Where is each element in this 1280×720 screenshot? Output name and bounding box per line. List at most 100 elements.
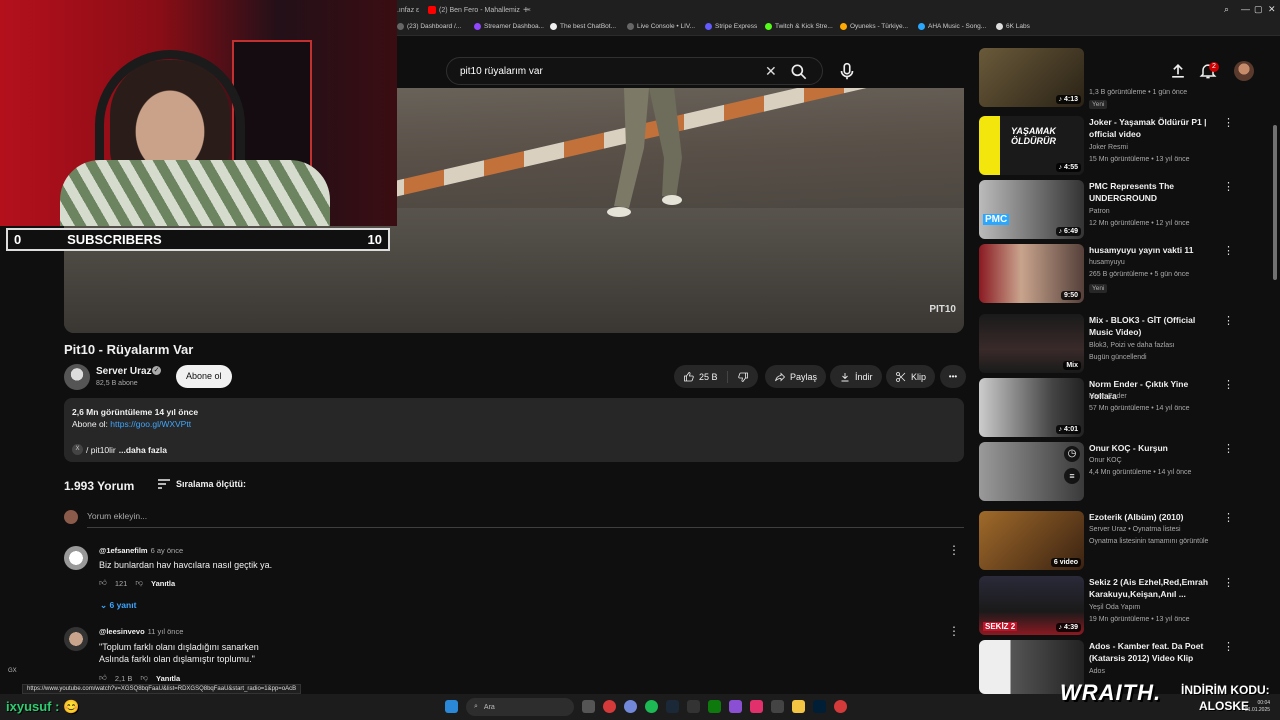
- browser-tab[interactable]: ..ınfaz ε: [395, 3, 419, 17]
- channel-name[interactable]: Server Uraz: [96, 366, 152, 377]
- more-options-icon[interactable]: ⋮: [1223, 314, 1234, 327]
- playlist-channel[interactable]: Server Uraz • Oynatma listesi: [1089, 526, 1181, 533]
- comment-dislike-button[interactable]: 👎︎: [140, 673, 148, 683]
- recommended-video[interactable]: PMC ♪ 6:49 PMC Represents The UNDERGROUN…: [979, 180, 1239, 240]
- download-button[interactable]: İndir: [830, 365, 882, 388]
- more-actions-button[interactable]: •••: [940, 365, 966, 388]
- opera-gx-icon[interactable]: [834, 700, 847, 713]
- video-title[interactable]: Onur KOÇ - Kurşun: [1089, 442, 1214, 454]
- search-box[interactable]: pit10 rüyalarım var ✕: [446, 57, 823, 85]
- video-thumbnail[interactable]: PMC ♪ 6:49: [979, 180, 1084, 239]
- description-box[interactable]: 2,6 Mn görüntüleme 14 yıl önce Abone ol:…: [64, 398, 964, 462]
- microphone-icon[interactable]: [836, 60, 858, 82]
- more-options-icon[interactable]: ⋮: [1223, 442, 1234, 455]
- minimize-icon[interactable]: —: [1241, 4, 1250, 14]
- dislike-button[interactable]: [728, 371, 758, 383]
- app-icon[interactable]: [729, 700, 742, 713]
- more-options-icon[interactable]: ⋮: [1223, 576, 1234, 589]
- comment-menu-icon[interactable]: ⋮: [948, 624, 960, 638]
- share-button[interactable]: Paylaş: [765, 365, 827, 388]
- comment-author[interactable]: @1efsanefilm 6 ay önce: [99, 546, 183, 555]
- comment-dislike-button[interactable]: 👎︎: [135, 578, 143, 588]
- video-title[interactable]: Ados - Kamber feat. Da Poet (Katarsis 20…: [1089, 640, 1214, 664]
- comment-menu-icon[interactable]: ⋮: [948, 543, 960, 557]
- view-replies-button[interactable]: ⌄ 6 yanıt: [100, 600, 136, 611]
- reply-button[interactable]: Yanıtla: [156, 674, 180, 683]
- video-channel[interactable]: husamyuyu: [1089, 259, 1125, 266]
- scrollbar-thumb[interactable]: [1273, 125, 1277, 280]
- recommended-video[interactable]: 9:50 husamyuyu yayın vakti 11 husamyuyu …: [979, 244, 1239, 304]
- like-button[interactable]: 25 B: [683, 370, 728, 383]
- close-window-icon[interactable]: ✕: [1268, 4, 1276, 15]
- bookmark[interactable]: 6K Labs: [996, 23, 1030, 30]
- recommended-video[interactable]: ♪ 4:13 1,3 B görüntüleme • 1 gün önce Ye…: [979, 48, 1239, 109]
- search-icon[interactable]: [789, 62, 809, 82]
- bookmark[interactable]: The best ChatBot...: [550, 23, 616, 30]
- instagram-icon[interactable]: [750, 700, 763, 713]
- bookmark[interactable]: Stripe Express: [705, 23, 757, 30]
- recommended-video[interactable]: YAŞAMAK ÖLDÜRÜR ♪ 4:55 Joker - Yaşamak Ö…: [979, 116, 1239, 176]
- windows-start-icon[interactable]: [445, 700, 458, 713]
- xbox-icon[interactable]: [708, 700, 721, 713]
- bookmark[interactable]: Oyuneks - Türkiye...: [840, 23, 908, 30]
- description-link[interactable]: https://goo.gl/WXVPtt: [110, 419, 191, 429]
- watch-later-icon[interactable]: ◷: [1064, 446, 1080, 462]
- video-title[interactable]: husamyuyu yayın vakti 11: [1089, 244, 1214, 256]
- video-thumbnail[interactable]: 9:50: [979, 244, 1084, 303]
- bookmark[interactable]: AHA Music - Song...: [918, 23, 986, 30]
- commenter-avatar[interactable]: [64, 627, 88, 651]
- add-to-queue-icon[interactable]: ≡: [1064, 468, 1080, 484]
- subscribe-button[interactable]: Abone ol: [176, 365, 232, 388]
- more-options-icon[interactable]: ⋮: [1223, 244, 1234, 257]
- video-thumbnail[interactable]: SEKİZ 2 ♪ 4:39: [979, 576, 1084, 635]
- show-more-link[interactable]: ...daha fazla: [119, 445, 167, 455]
- channel-avatar[interactable]: [64, 364, 90, 390]
- video-channel[interactable]: Norm Ender: [1089, 393, 1127, 400]
- bookmark[interactable]: Streamer Dashboa...: [474, 23, 544, 30]
- playlist-title[interactable]: Ezoterik (Albüm) (2010): [1089, 511, 1214, 523]
- playlist-thumbnail[interactable]: 6 video: [979, 511, 1084, 570]
- recommended-video[interactable]: Mix Mix - BLOK3 - GİT (Official Music Vi…: [979, 314, 1239, 374]
- video-thumbnail[interactable]: ◷ ≡: [979, 442, 1084, 501]
- folder-icon[interactable]: [792, 700, 805, 713]
- video-thumbnail[interactable]: ♪ 4:13: [979, 48, 1084, 107]
- more-options-icon[interactable]: ⋮: [1223, 378, 1234, 391]
- comment-like-button[interactable]: 👍︎: [99, 578, 107, 588]
- sort-button[interactable]: Sıralama ölçütü:: [158, 479, 246, 489]
- reply-button[interactable]: Yanıtla: [151, 579, 175, 588]
- steam-icon[interactable]: [666, 700, 679, 713]
- video-thumbnail[interactable]: YAŞAMAK ÖLDÜRÜR ♪ 4:55: [979, 116, 1084, 175]
- more-options-icon[interactable]: ⋮: [1223, 511, 1234, 524]
- bookmark[interactable]: Twitch & Kick Stre...: [765, 23, 833, 30]
- recommended-playlist[interactable]: 6 video Ezoterik (Albüm) (2010) Server U…: [979, 511, 1239, 571]
- video-thumbnail[interactable]: Mix: [979, 314, 1084, 373]
- recommended-video[interactable]: ◷ ≡ Onur KOÇ - Kurşun Onur KOÇ 4,4 Mn gö…: [979, 442, 1239, 502]
- video-channel[interactable]: Yeşil Oda Yapım: [1089, 604, 1140, 611]
- spotify-icon[interactable]: [645, 700, 658, 713]
- clear-search-icon[interactable]: ✕: [765, 63, 777, 80]
- task-view-icon[interactable]: [582, 700, 595, 713]
- video-thumbnail[interactable]: ♪ 4:01: [979, 378, 1084, 437]
- discord-icon[interactable]: [624, 700, 637, 713]
- browser-tab-active[interactable]: (2) Ben Fero - Mahallemiz ×: [428, 3, 531, 17]
- app-icon[interactable]: [687, 700, 700, 713]
- video-title[interactable]: Sekiz 2 (Ais Ezhel,Red,Emrah Karakuyu,Ke…: [1089, 576, 1214, 600]
- comment-like-button[interactable]: 👍︎: [99, 673, 107, 683]
- app-icon[interactable]: [771, 700, 784, 713]
- add-comment-input[interactable]: Yorum ekleyin...: [87, 511, 147, 521]
- video-title[interactable]: Mix - BLOK3 - GİT (Official Music Video): [1089, 314, 1214, 338]
- taskbar-search[interactable]: ⌕ Ara: [466, 698, 574, 716]
- search-tabs-icon[interactable]: ⌕: [1224, 4, 1229, 15]
- opera-gx-icon[interactable]: [603, 700, 616, 713]
- bookmark[interactable]: Live Console • LIV...: [627, 23, 695, 30]
- bookmark[interactable]: (23) Dashboard /...: [397, 23, 461, 30]
- view-full-playlist-link[interactable]: Oynatma listesinin tamamını görüntüle: [1089, 538, 1208, 545]
- video-title[interactable]: PMC Represents The UNDERGROUND: [1089, 180, 1214, 204]
- video-title[interactable]: Joker - Yaşamak Öldürür P1 | official vi…: [1089, 116, 1214, 140]
- maximize-icon[interactable]: ▢: [1254, 4, 1263, 15]
- more-options-icon[interactable]: ⋮: [1223, 640, 1234, 653]
- recommended-video[interactable]: SEKİZ 2 ♪ 4:39 Sekiz 2 (Ais Ezhel,Red,Em…: [979, 576, 1239, 636]
- clip-button[interactable]: Klip: [886, 365, 936, 388]
- more-options-icon[interactable]: ⋮: [1223, 116, 1234, 129]
- search-input[interactable]: pit10 rüyalarım var: [460, 66, 543, 77]
